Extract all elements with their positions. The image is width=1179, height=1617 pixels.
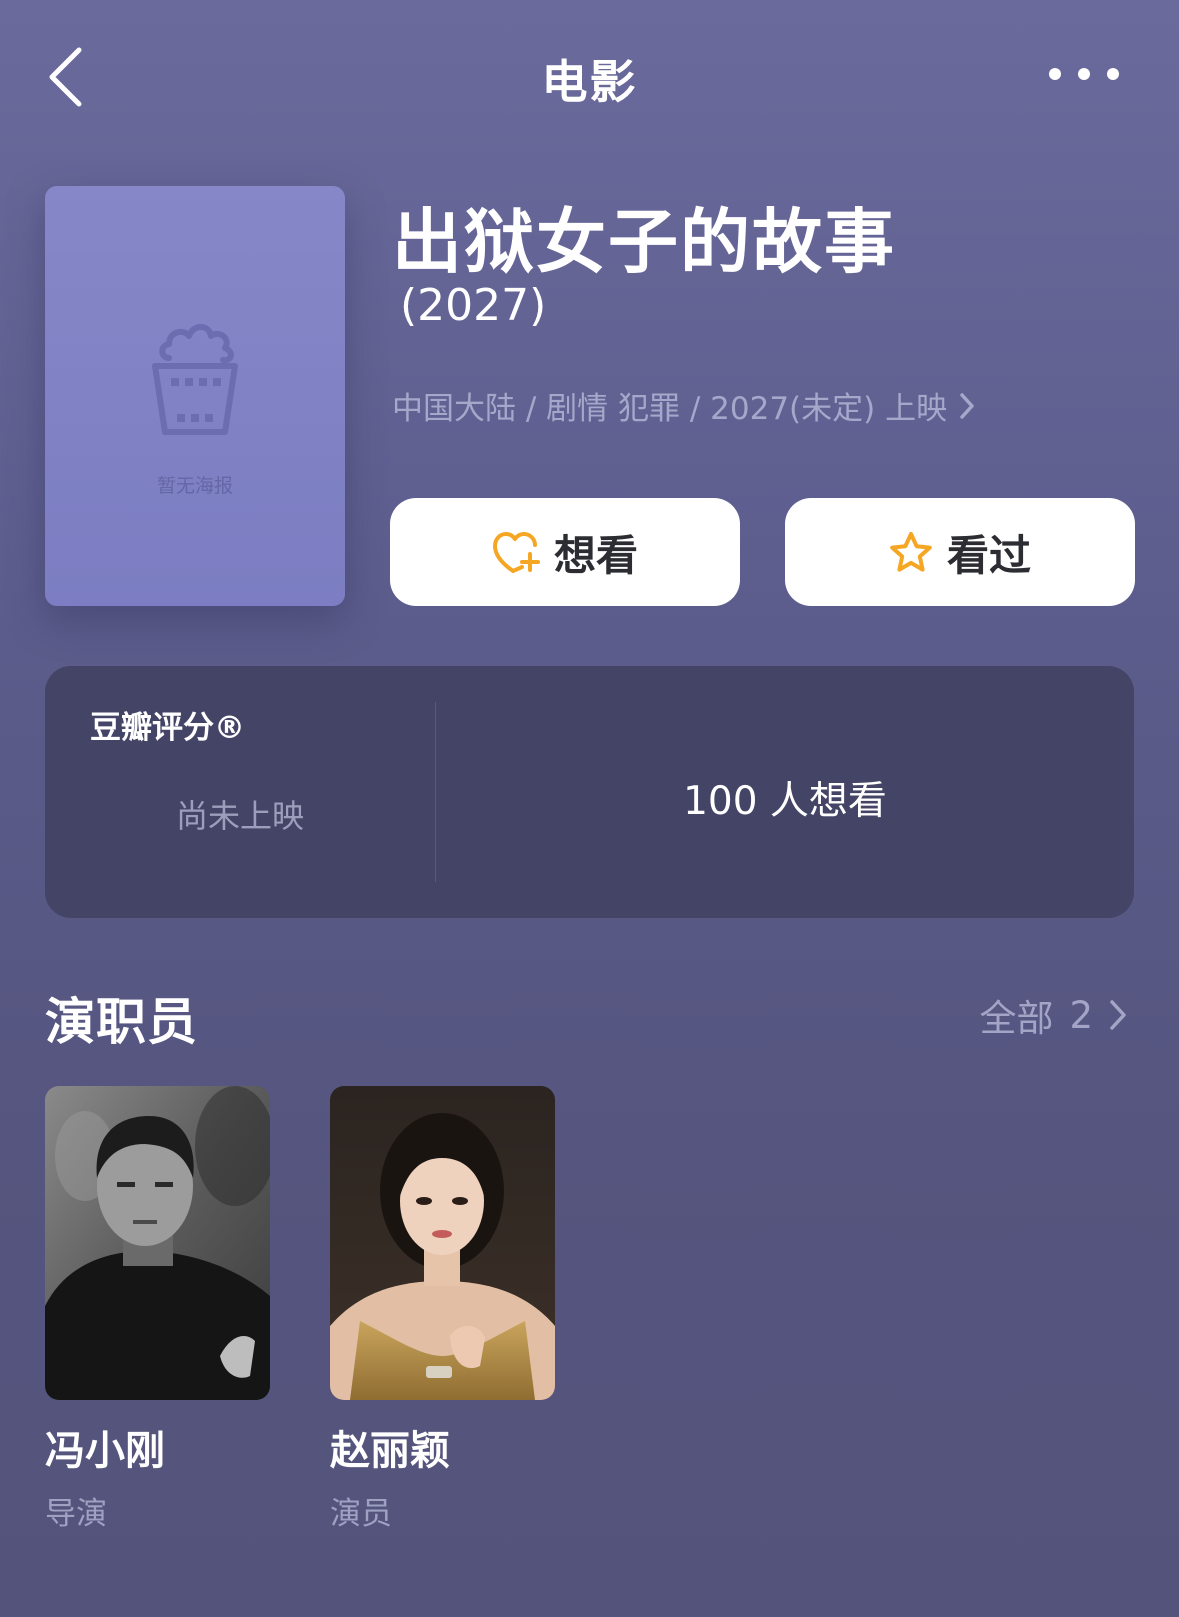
want-to-watch-button[interactable]: 想看	[390, 498, 740, 606]
watched-button[interactable]: 看过	[785, 498, 1135, 606]
movie-year: (2027)	[400, 280, 547, 331]
cast-member-card[interactable]: 赵丽颖 演员	[330, 1086, 555, 1533]
more-dot	[1049, 68, 1061, 80]
page-title: 电影	[541, 55, 638, 109]
popcorn-icon	[152, 324, 238, 435]
more-dot	[1078, 68, 1090, 80]
cast-all-count: 2	[1069, 993, 1093, 1037]
cast-photo	[330, 1086, 555, 1400]
more-dot	[1107, 68, 1119, 80]
movie-poster[interactable]: 暂无海报	[45, 186, 345, 606]
more-button[interactable]	[1049, 62, 1119, 86]
cast-view-all-link[interactable]: 全部 2	[979, 988, 1127, 1042]
rating-status: 尚未上映	[175, 797, 304, 835]
movie-meta-text: 中国大陆 / 剧情 犯罪 / 2027(未定) 上映	[392, 391, 948, 427]
douban-rating-label: 豆瓣评分®	[90, 710, 245, 746]
rating-card: 豆瓣评分® 尚未上映 100 人想看	[45, 666, 1134, 918]
chevron-right-icon	[959, 392, 975, 420]
star-icon	[889, 531, 933, 573]
cast-role: 导演	[45, 1496, 107, 1532]
cast-name: 冯小刚	[45, 1428, 165, 1474]
cast-section-title: 演职员	[45, 993, 198, 1051]
chevron-right-icon	[1109, 999, 1127, 1031]
want-to-watch-label: 想看	[553, 530, 638, 580]
nav-bar: 电影	[0, 0, 1179, 150]
cast-photo	[45, 1086, 270, 1400]
watched-label: 看过	[946, 530, 1031, 580]
movie-meta-link[interactable]: 中国大陆 / 剧情 犯罪 / 2027(未定) 上映	[392, 383, 975, 428]
movie-title: 出狱女子的故事	[392, 201, 896, 283]
poster-empty-label: 暂无海报	[156, 475, 233, 497]
cast-member-card[interactable]: 冯小刚 导演	[45, 1086, 270, 1533]
cast-role: 演员	[330, 1496, 392, 1532]
heart-plus-icon	[492, 531, 540, 573]
want-count: 100 人想看	[683, 779, 887, 824]
cast-all-label: 全部	[979, 997, 1054, 1040]
cast-name: 赵丽颖	[330, 1428, 450, 1474]
